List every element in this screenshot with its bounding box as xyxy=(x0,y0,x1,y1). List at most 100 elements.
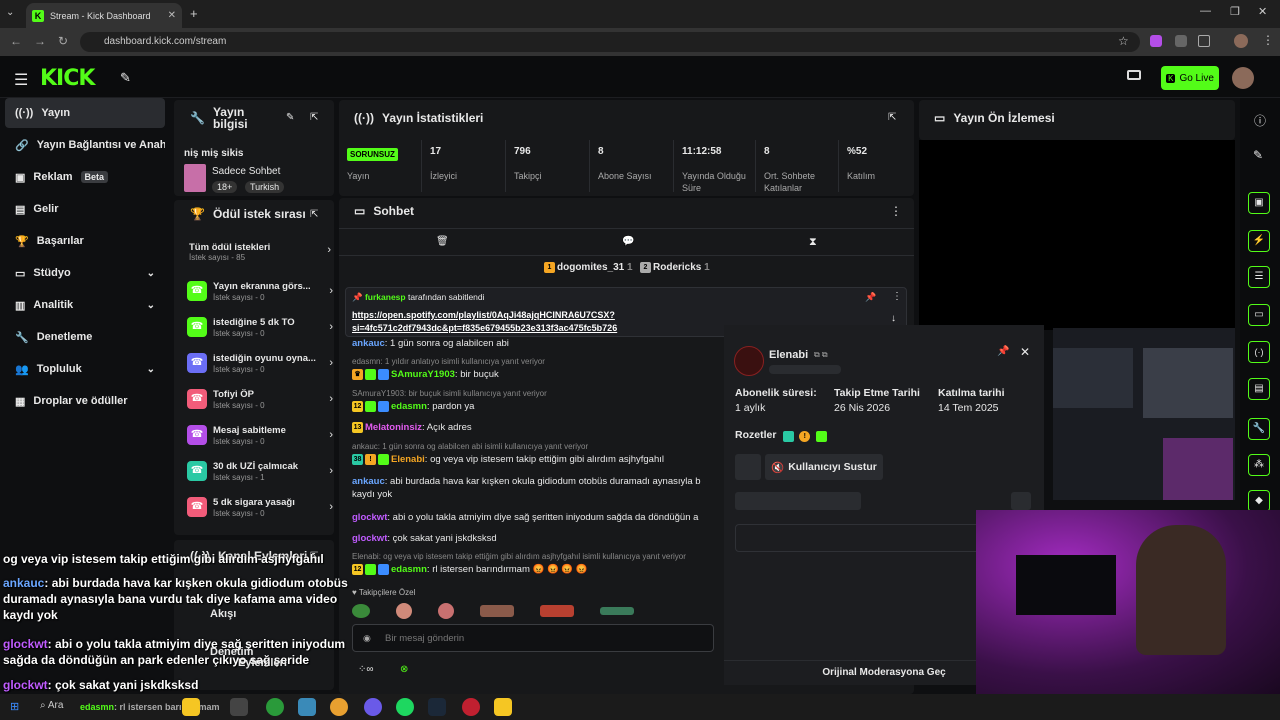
emote-icon[interactable] xyxy=(396,603,412,619)
emoji-icon[interactable]: ◉ xyxy=(363,633,371,644)
tab-list-icon[interactable]: ⌄ xyxy=(6,7,14,18)
reward-item[interactable]: ☎ Yayın ekranına görs... İstek sayısı - 0 › xyxy=(187,275,335,307)
sidebar-item-gelir[interactable]: ▤ Gelir xyxy=(5,194,165,224)
obs-icon[interactable] xyxy=(462,698,480,716)
browser-menu-icon[interactable]: ⋮ xyxy=(1262,33,1274,47)
discord-icon[interactable] xyxy=(364,698,382,716)
copy-icon[interactable]: ⧉ ⧉ xyxy=(814,350,828,360)
popout-icon[interactable]: ⇱ xyxy=(888,112,896,123)
rail-community-icon[interactable]: ⁂ xyxy=(1248,454,1270,476)
rail-drops-icon[interactable]: ◆ xyxy=(1248,490,1270,512)
pinned-link[interactable]: si=4fc571c2df7943dc&pt=f835e679455b23e31… xyxy=(352,323,617,333)
sidebar-item-analitik[interactable]: ▥ Analitik ⌄ xyxy=(5,290,165,320)
emote-icon[interactable] xyxy=(352,604,370,618)
rail-broadcast-icon[interactable]: (·) xyxy=(1248,341,1270,363)
sidebar-item-droplar[interactable]: ▦ Droplar ve ödüller xyxy=(5,386,165,416)
browser-profile-avatar[interactable] xyxy=(1234,34,1248,48)
status-icon[interactable]: ⊗ xyxy=(400,664,408,675)
sidebar-item-basarilar[interactable]: 🏆 Başarılar xyxy=(5,226,165,256)
url-field[interactable]: dashboard.kick.com/stream xyxy=(80,32,1140,52)
chat-input[interactable]: ◉ Bir mesaj gönderin xyxy=(352,624,714,652)
extensions-puzzle-icon[interactable] xyxy=(1198,35,1210,47)
spotify-icon[interactable] xyxy=(396,698,414,716)
reward-item[interactable]: ☎ 30 dk UZİ çalmıcak İstek sayısı - 1 › xyxy=(187,455,335,487)
chat-message[interactable]: 13 Melatoninsiz: Açık adres xyxy=(352,421,714,434)
pin-icon[interactable]: 📌 xyxy=(997,346,1009,357)
sidebar-item-yayin[interactable]: ((·)) Yayın xyxy=(5,98,165,128)
chat-message[interactable]: glockwt: abi o yolu takla atmiyim diye s… xyxy=(352,511,714,524)
chat-message[interactable]: 38! Elenabi: og veya vip istesem takip et… xyxy=(352,453,714,466)
rail-screen-icon[interactable]: ▣ xyxy=(1248,192,1270,214)
edit-icon[interactable]: ✎ xyxy=(1253,148,1263,162)
emote-icon[interactable] xyxy=(600,607,634,615)
popout-icon[interactable]: ⇱ xyxy=(310,209,318,220)
restore-icon[interactable]: ❐ xyxy=(1230,5,1240,18)
back-icon[interactable]: ← xyxy=(10,34,22,48)
reward-item[interactable]: ☎ 5 dk sigara yasağı İstek sayısı - 0 › xyxy=(187,491,335,523)
go-live-button[interactable]: K Go Live xyxy=(1161,66,1219,90)
taskbar-app-icon[interactable] xyxy=(298,698,316,716)
close-tab-icon[interactable]: ✕ xyxy=(168,10,176,21)
chat-settings-icon[interactable]: ⁘∞ xyxy=(358,664,374,675)
mute-user-button[interactable]: 🔇 Kullanıcıyı Sustur xyxy=(765,454,883,480)
sidebar-item-topluluk[interactable]: 👥 Topluluk ⌄ xyxy=(5,354,165,384)
close-icon[interactable]: ✕ xyxy=(1020,345,1030,359)
top-gifter[interactable]: 1 dogomites_31 1 xyxy=(544,262,633,273)
chat-bubble-icon[interactable]: 💬 xyxy=(622,236,634,247)
reload-icon[interactable]: ↻ xyxy=(58,34,68,48)
close-window-icon[interactable]: ✕ xyxy=(1258,5,1267,18)
chat-menu-icon[interactable]: ⋮ xyxy=(890,204,902,218)
reward-item[interactable]: ☎ Tofiyi ÖP İstek sayısı - 0 › xyxy=(187,383,335,415)
hamburger-menu-icon[interactable]: ☰ xyxy=(14,70,28,90)
emote-icon[interactable] xyxy=(438,603,454,619)
rail-user-icon[interactable]: ▤ xyxy=(1248,378,1270,400)
pinned-link[interactable]: https://open.spotify.com/playlist/0AqJi4… xyxy=(352,310,615,320)
chat-message[interactable]: 12 edasmn: rl istersen barındırmam 😡 😡 😡 … xyxy=(352,563,714,576)
extension-icon[interactable] xyxy=(1175,35,1187,47)
tools-icon[interactable]: ✎ xyxy=(120,70,131,86)
edit-icon[interactable]: ✎ xyxy=(286,112,294,123)
collapse-arrow-icon[interactable]: ↓ xyxy=(891,313,896,324)
sidebar-item-reklam[interactable]: ▣ Reklam Beta xyxy=(5,162,165,192)
windows-start-icon[interactable]: ⊞ xyxy=(10,700,19,713)
sidebar-item-denetleme[interactable]: 🔧 Denetleme xyxy=(5,322,165,352)
taskbar-app-icon[interactable] xyxy=(266,698,284,716)
rail-bolt-icon[interactable]: ⚡ xyxy=(1248,230,1270,252)
chrome-icon[interactable] xyxy=(330,698,348,716)
taskbar-app-icon[interactable] xyxy=(230,698,248,716)
rail-wrench-icon[interactable]: 🔧 xyxy=(1248,418,1270,440)
reward-item[interactable]: ☎ istediğine 5 dk TO İstek sayısı - 0 › xyxy=(187,311,335,343)
chat-message[interactable]: 12 edasmn: pardon ya xyxy=(352,400,714,413)
kick-logo[interactable]: KICK xyxy=(40,66,95,91)
hourglass-icon[interactable]: ⧗ xyxy=(809,236,817,249)
forward-icon[interactable]: → xyxy=(34,34,46,48)
reward-item[interactable]: ☎ istediğin oyunu oyna... İstek sayısı - 0… xyxy=(187,347,335,379)
reward-item[interactable]: ☎ Mesaj sabitleme İstek sayısı - 0 › xyxy=(187,419,335,451)
rail-list-icon[interactable]: ☰ xyxy=(1248,266,1270,288)
sidebar-item-stream-key[interactable]: 🔗 Yayın Bağlantısı ve Anahtarı xyxy=(5,130,165,160)
taskbar-search[interactable]: ⌕ Ara xyxy=(40,700,63,711)
top-gifter[interactable]: 2 Rodericks 1 xyxy=(640,262,710,273)
sidebar-item-studyo[interactable]: ▭ Stüdyo ⌄ xyxy=(5,258,165,288)
rail-chat-icon[interactable]: ▭ xyxy=(1248,304,1270,326)
pinned-menu-icon[interactable]: ⋮ xyxy=(892,291,902,302)
bookmark-star-icon[interactable]: ☆ xyxy=(1118,34,1129,48)
browser-tab[interactable]: K Stream - Kick Dashboard ✕ xyxy=(26,3,182,28)
steam-icon[interactable] xyxy=(428,698,446,716)
all-rewards-row[interactable]: Tüm ödül istekleri İstek sayısı - 85 › xyxy=(189,242,333,262)
avatar[interactable] xyxy=(1232,67,1254,89)
popout-icon[interactable]: ⇱ xyxy=(310,112,318,123)
chat-message[interactable]: ankauc: abi burdada hava kar kışken okul… xyxy=(352,475,714,501)
emote-icon[interactable] xyxy=(540,605,574,617)
extension-icon[interactable] xyxy=(1150,35,1162,47)
trash-icon[interactable]: 🗑 xyxy=(436,236,449,247)
chat-message[interactable]: ♛ SAmuraY1903: bir buçuk xyxy=(352,368,714,381)
folder-icon[interactable] xyxy=(494,698,512,716)
action-button[interactable] xyxy=(735,454,761,480)
info-icon[interactable]: ⓘ xyxy=(1254,112,1266,129)
new-tab-icon[interactable]: + xyxy=(190,6,198,21)
taskbar-app-icon[interactable] xyxy=(182,698,200,716)
emote-icon[interactable] xyxy=(480,605,514,617)
minimize-icon[interactable]: — xyxy=(1200,5,1211,17)
chat-message[interactable]: ankauc: 1 gün sonra og alabilcen abi xyxy=(352,337,714,350)
